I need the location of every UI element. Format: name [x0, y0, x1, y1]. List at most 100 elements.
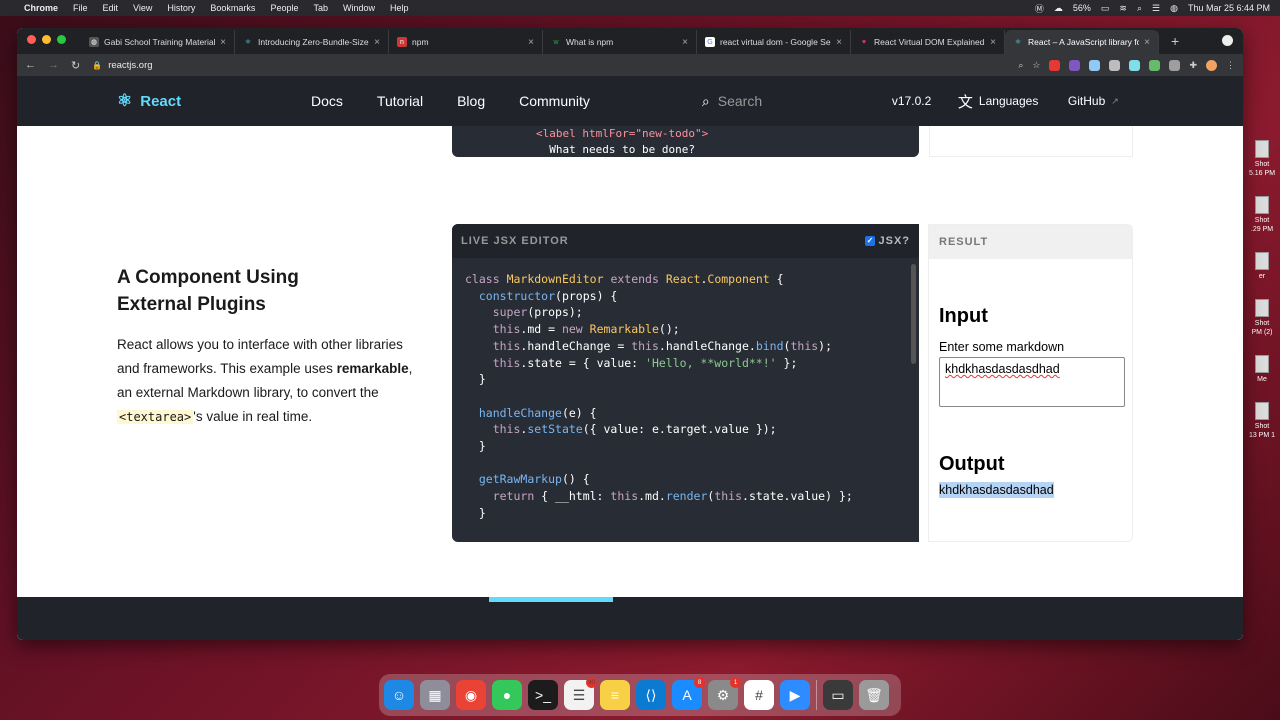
zoom-icon[interactable]: ⌕ [1018, 60, 1023, 71]
previous-example-editor[interactable]: <label htmlFor="new-todo"> What needs to… [452, 126, 919, 157]
desktop-file[interactable]: Shot PM (2) [1244, 299, 1280, 337]
docs-search[interactable]: ⌕ Search [702, 93, 892, 110]
tab-search-icon[interactable] [1222, 35, 1233, 46]
menu-bookmarks[interactable]: Bookmarks [210, 3, 255, 13]
nav-blog[interactable]: Blog [457, 93, 485, 109]
desktop-file[interactable]: Shot .29 PM [1244, 196, 1280, 234]
launchpad-icon[interactable]: ▦ [420, 680, 450, 710]
status-m-icon[interactable]: Ⓜ [1035, 2, 1044, 15]
browser-toolbar: ← → ↻ 🔒 reactjs.org ⌕ ☆ ✚ ⋮ [17, 54, 1243, 76]
system-preferences-icon[interactable]: ⚙ 1 [708, 677, 741, 710]
terminal-icon[interactable]: >_ [528, 680, 558, 710]
creative-cloud-icon[interactable]: ☁ [1054, 3, 1063, 14]
tab-close-icon[interactable]: × [682, 37, 688, 48]
browser-tab[interactable]: ⚛ Introducing Zero-Bundle-Size × [235, 30, 389, 54]
zoom-window-button[interactable] [57, 35, 66, 44]
jsx-toggle[interactable]: ✓ JSX? [865, 235, 910, 247]
finder-icon[interactable]: ☺ [384, 680, 414, 710]
menu-app-name[interactable]: Chrome [24, 3, 58, 13]
extension-icon[interactable] [1069, 59, 1081, 71]
extension-icon[interactable] [1089, 59, 1101, 71]
reminders-icon[interactable]: ☰ 90 [564, 677, 597, 710]
tab-close-icon[interactable]: × [220, 37, 226, 48]
appstore-icon[interactable]: A8 [672, 677, 705, 710]
menu-tab[interactable]: Tab [313, 3, 328, 13]
vscode-icon[interactable]: ⟨⟩ [636, 680, 666, 710]
code-area[interactable]: class MarkdownEditor extends React.Compo… [452, 258, 919, 535]
browser-tab[interactable]: ♥ React Virtual DOM Explained × [851, 30, 1005, 54]
site-footer [17, 597, 1243, 640]
reload-icon[interactable]: ↻ [71, 59, 80, 72]
chrome-menu-icon[interactable]: ⋮ [1226, 60, 1235, 71]
version-link[interactable]: v17.0.2 [892, 94, 946, 108]
desktop-file[interactable]: er [1244, 252, 1280, 281]
wifi-icon[interactable]: ≋ [1119, 3, 1127, 14]
markdown-textarea[interactable]: khdkhasdasdasdhad [939, 357, 1125, 407]
sheets-extension-icon[interactable] [1149, 59, 1161, 71]
editor-scrollbar[interactable] [911, 264, 916, 364]
close-window-button[interactable] [27, 35, 36, 44]
nav-docs[interactable]: Docs [311, 93, 343, 109]
react-logo[interactable]: ⚛ React [117, 91, 311, 111]
logo-text: React [140, 92, 182, 110]
extension-icon[interactable] [1129, 59, 1141, 71]
profile-avatar[interactable] [1206, 59, 1217, 71]
languages-link[interactable]: 文 Languages [958, 91, 1068, 112]
menu-help[interactable]: Help [390, 3, 409, 13]
browser-tab[interactable]: ◍ Gabi School Training Material × [81, 30, 235, 54]
slack-icon[interactable]: # [744, 680, 774, 710]
control-center-icon[interactable]: ☰ [1152, 3, 1160, 14]
menu-view[interactable]: View [133, 3, 152, 13]
siri-icon[interactable]: ◍ [1170, 3, 1178, 14]
messages-icon[interactable]: ● [492, 680, 522, 710]
adblock-extension-icon[interactable] [1049, 59, 1061, 71]
search-placeholder[interactable]: Search [718, 93, 762, 109]
address-url[interactable]: reactjs.org [108, 60, 152, 71]
tab-close-icon[interactable]: × [990, 37, 996, 48]
browser-tab[interactable]: w What is npm × [543, 30, 697, 54]
trash-icon[interactable]: 🗑 [859, 680, 889, 710]
browser-tab[interactable]: G react virtual dom - Google Se × [697, 30, 851, 54]
battery-percent[interactable]: 56% [1073, 3, 1091, 13]
extension-icon[interactable] [1169, 59, 1181, 71]
browser-tab[interactable]: n npm × [389, 30, 543, 54]
checkbox-checked-icon[interactable]: ✓ [865, 236, 876, 246]
desktop-file[interactable]: Shot 13 PM 1 [1244, 402, 1280, 440]
tab-close-icon[interactable]: × [528, 37, 534, 48]
tab-close-icon[interactable]: × [836, 37, 842, 48]
screenshot-icon[interactable]: ▭ [823, 680, 853, 710]
notification-badge: 90 [586, 677, 597, 688]
react-site-header: ⚛ React Docs Tutorial Blog Community ⌕ S… [17, 76, 1243, 126]
menu-edit[interactable]: Edit [103, 3, 119, 13]
camera-extension-icon[interactable] [1109, 59, 1121, 71]
nav-tutorial[interactable]: Tutorial [377, 93, 423, 109]
forward-icon[interactable]: → [48, 59, 59, 71]
notes-icon[interactable]: ≡ [600, 680, 630, 710]
file-thumbnail [1255, 299, 1269, 317]
chrome-icon[interactable]: ◉ [456, 680, 486, 710]
menu-history[interactable]: History [167, 3, 195, 13]
browser-tab-active[interactable]: ⚛ React – A JavaScript library fo × [1005, 30, 1159, 54]
minimize-window-button[interactable] [42, 35, 51, 44]
zoom-icon[interactable]: ▶ [780, 680, 810, 710]
menu-file[interactable]: File [73, 3, 88, 13]
menu-people[interactable]: People [270, 3, 298, 13]
back-icon[interactable]: ← [25, 59, 36, 71]
lock-icon[interactable]: 🔒 [92, 61, 102, 70]
tab-close-icon[interactable]: × [1144, 37, 1150, 48]
extensions-puzzle-icon[interactable]: ✚ [1189, 60, 1197, 71]
clock-text[interactable]: Thu Mar 25 6:44 PM [1188, 3, 1270, 13]
github-link[interactable]: GitHub ↗ [1068, 94, 1119, 108]
tab-close-icon[interactable]: × [374, 37, 380, 48]
dock-separator [816, 680, 817, 710]
new-tab-icon[interactable]: + [1171, 33, 1179, 49]
spotlight-icon[interactable]: ⌕ [1137, 3, 1142, 14]
bookmark-star-icon[interactable]: ☆ [1032, 60, 1040, 71]
menu-window[interactable]: Window [343, 3, 375, 13]
nav-community[interactable]: Community [519, 93, 590, 109]
battery-icon[interactable]: ▭ [1101, 3, 1110, 14]
desktop-file-label: Shot 5.16 PM [1248, 161, 1276, 177]
desktop-file[interactable]: Shot 5.16 PM [1244, 140, 1280, 178]
address-bar[interactable]: 🔒 reactjs.org [92, 60, 1006, 71]
desktop-file[interactable]: Me [1244, 355, 1280, 384]
